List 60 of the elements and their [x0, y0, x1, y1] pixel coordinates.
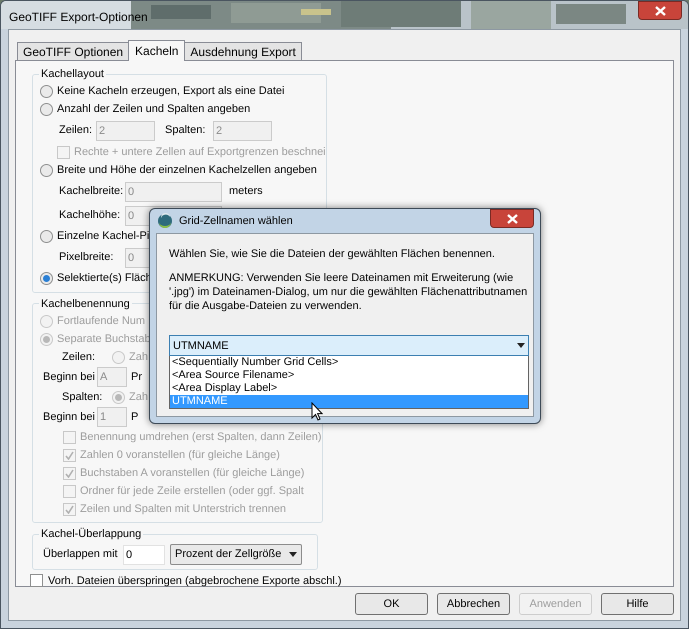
list-option[interactable]: <Area Display Label>	[170, 382, 528, 395]
option-label: Buchstaben A voranstellen (für gleiche Länge)	[80, 466, 304, 480]
option-label: Zah	[129, 390, 148, 405]
option-label: Zeilen und Spalten mit Unterstrich trennen	[80, 502, 286, 516]
close-icon	[506, 214, 518, 224]
text-field[interactable]: 0	[123, 544, 165, 564]
field-label: Kachelbreite:	[59, 184, 121, 200]
option-label: Fortlaufende Num	[57, 314, 146, 329]
option-label: Separate Buchstab	[57, 332, 151, 347]
close-button[interactable]	[490, 209, 534, 228]
checkbox[interactable]	[30, 574, 43, 588]
window-title: GeoTIFF Export-Optionen	[9, 9, 148, 26]
dialog-button[interactable]: OK	[355, 593, 428, 615]
tab[interactable]: Kacheln	[128, 40, 186, 61]
dialog-title: Grid-Zellnamen wählen	[179, 214, 293, 229]
field-label: Pr	[131, 370, 142, 385]
option-label: Keine Kacheln erzeugen, Export als eine Datei	[57, 84, 284, 100]
group-label: Kachellayout	[40, 67, 105, 82]
dialog-note: ANMERKUNG: Verwenden Sie leere Dateinamen mit Erweiterung (wie '.jpg') im Dateinamen-Dialog, um nur die gewählten Flächenattributnamen für die Ausgabe-Dateien zu verwenden.	[169, 271, 528, 313]
app-logo-icon	[157, 213, 173, 229]
list-option[interactable]: <Area Source Filename>	[170, 369, 528, 382]
field-label: Beginn bei	[43, 370, 95, 385]
unit-dropdown[interactable]: Prozent der Zellgröße	[170, 544, 302, 565]
option-label: Benennung umdrehen (erst Spalten, dann Zeilen)	[80, 430, 322, 444]
name-dropdown[interactable]: UTMNAME	[169, 335, 529, 356]
dialog-message: Wählen Sie, wie Sie die Dateien der gewählten Flächen benennen.	[169, 247, 496, 261]
option-label: Anzahl der Zeilen und Spalten angeben	[57, 102, 250, 118]
tab[interactable]: GeoTIFF Optionen	[17, 42, 130, 60]
option-label: Ordner für jede Zeile erstellen (oder ggf. Spalt	[80, 484, 304, 498]
option-label: Rechte + untere Zellen auf Exportgrenzen beschnei	[74, 144, 326, 160]
list-option[interactable]: <Sequentially Number Grid Cells>	[170, 356, 528, 369]
radio-button[interactable]	[40, 272, 53, 285]
field-label: Zeilen:	[59, 123, 92, 138]
field-label: Spalten:	[62, 390, 104, 405]
close-icon	[654, 6, 666, 16]
radio-button[interactable]	[40, 85, 53, 98]
tab[interactable]: Ausdehnung Export	[184, 42, 302, 60]
group-label: Kachelbenennung	[40, 296, 131, 312]
field-label: Zeilen:	[62, 350, 96, 365]
dialog-button[interactable]: Hilfe	[601, 593, 674, 615]
field-label: Beginn bei	[43, 410, 95, 425]
option-label: Zah	[129, 350, 148, 365]
option-label: Einzelne Kachel-Pi	[57, 229, 150, 244]
option-label: Zahlen 0 voranstellen (für gleiche Länge)	[80, 448, 280, 462]
option-label: Breite und Höhe der einzelnen Kachelzellen angeben	[57, 163, 317, 178]
unit-label: meters	[229, 184, 263, 200]
radio-button[interactable]	[40, 164, 53, 177]
field-label: Spalten:	[165, 123, 206, 138]
field-label: P	[131, 410, 138, 425]
dialog-button[interactable]: Abbrechen	[437, 593, 510, 615]
dropdown-arrow-icon	[289, 552, 298, 557]
field-label: Pixelbreite:	[59, 250, 114, 266]
close-button[interactable]	[638, 1, 682, 20]
group-label: Kachel-Überlappung	[40, 526, 142, 542]
dropdown-arrow-icon	[517, 343, 525, 348]
radio-button[interactable]	[40, 230, 53, 243]
field-label: Überlappen mit	[43, 546, 119, 562]
radio-button[interactable]	[40, 103, 53, 116]
field-label: Kachelhöhe:	[59, 208, 121, 224]
option-label: Vorh. Dateien überspringen (abgebrochene Exporte abschl.)	[48, 574, 342, 588]
